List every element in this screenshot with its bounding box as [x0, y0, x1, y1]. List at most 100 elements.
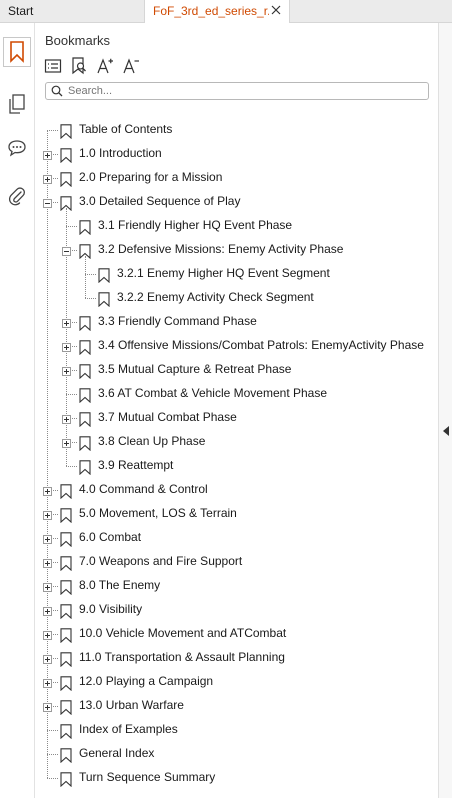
bookmark-item[interactable]: 3.5 Mutual Capture & Retreat Phase — [0, 360, 438, 380]
bookmark-item[interactable]: 9.0 Visibility — [0, 600, 438, 620]
bookmark-icon — [79, 244, 91, 259]
bookmark-label: Turn Sequence Summary — [79, 770, 216, 784]
bookmark-item[interactable]: Turn Sequence Summary — [0, 768, 438, 788]
collapse-icon[interactable] — [43, 199, 52, 208]
expand-icon[interactable] — [62, 367, 71, 376]
bookmark-label: 3.5 Mutual Capture & Retreat Phase — [98, 362, 292, 376]
bookmark-icon — [60, 628, 72, 643]
bookmark-label: Table of Contents — [79, 122, 173, 136]
bookmark-item[interactable]: 13.0 Urban Warfare — [0, 696, 438, 716]
bookmark-item[interactable]: 5.0 Movement, LOS & Terrain — [0, 504, 438, 524]
bookmark-icon — [79, 436, 91, 451]
bookmark-label: 5.0 Movement, LOS & Terrain — [79, 506, 237, 520]
bookmark-icon — [60, 748, 72, 763]
expand-icon[interactable] — [43, 151, 52, 160]
collapse-icon[interactable] — [62, 247, 71, 256]
bookmark-icon — [79, 340, 91, 355]
bookmark-icon — [60, 172, 72, 187]
collapse-arrow-icon — [443, 426, 449, 436]
bookmark-label: 3.6 AT Combat & Vehicle Movement Phase — [98, 386, 328, 400]
bookmark-item[interactable]: 1.0 Introduction — [0, 144, 438, 164]
bookmark-item[interactable]: 10.0 Vehicle Movement and ATCombat — [0, 624, 438, 644]
bookmark-item[interactable]: 3.7 Mutual Combat Phase — [0, 408, 438, 428]
bookmark-icon — [60, 196, 72, 211]
bookmark-label: 8.0 The Enemy — [79, 578, 161, 592]
bookmark-label: 3.4 Offensive Missions/Combat Patrols: E… — [98, 338, 424, 352]
bookmark-icon — [60, 508, 72, 523]
bookmark-item[interactable]: 3.0 Detailed Sequence of Play — [0, 192, 438, 212]
expand-icon[interactable] — [43, 535, 52, 544]
expand-icon[interactable] — [43, 559, 52, 568]
bookmark-item[interactable]: General Index — [0, 744, 438, 764]
bookmark-icon — [60, 604, 72, 619]
bookmark-icon — [60, 652, 72, 667]
expand-icon[interactable] — [43, 583, 52, 592]
expand-icon[interactable] — [62, 319, 71, 328]
bookmark-label: 10.0 Vehicle Movement and ATCombat — [79, 626, 287, 640]
bookmark-label: 9.0 Visibility — [79, 602, 143, 616]
bookmark-item[interactable]: 12.0 Playing a Campaign — [0, 672, 438, 692]
bookmark-item[interactable]: 8.0 The Enemy — [0, 576, 438, 596]
bookmark-tree: Table of Contents 1.0 Introduction 2.0 Pre… — [0, 0, 438, 798]
bookmark-item[interactable]: Index of Examples — [0, 720, 438, 740]
bookmark-icon — [60, 724, 72, 739]
bookmark-item[interactable]: 3.6 AT Combat & Vehicle Movement Phase — [0, 384, 438, 404]
expand-icon[interactable] — [43, 703, 52, 712]
bookmark-icon — [79, 316, 91, 331]
bookmark-item[interactable]: 3.2.1 Enemy Higher HQ Event Segment — [0, 264, 438, 284]
panel-collapse-handle[interactable] — [438, 23, 452, 798]
bookmark-icon — [60, 148, 72, 163]
expand-icon[interactable] — [43, 631, 52, 640]
expand-icon[interactable] — [43, 487, 52, 496]
bookmark-label: 7.0 Weapons and Fire Support — [79, 554, 243, 568]
bookmark-label: 3.1 Friendly Higher HQ Event Phase — [98, 218, 293, 232]
bookmark-item[interactable]: 2.0 Preparing for a Mission — [0, 168, 438, 188]
bookmark-item[interactable]: 3.2.2 Enemy Activity Check Segment — [0, 288, 438, 308]
bookmark-label: Index of Examples — [79, 722, 178, 736]
bookmark-icon — [60, 556, 72, 571]
bookmark-item[interactable]: 3.8 Clean Up Phase — [0, 432, 438, 452]
expand-icon[interactable] — [62, 415, 71, 424]
bookmark-label: 12.0 Playing a Campaign — [79, 674, 214, 688]
bookmark-item[interactable]: 4.0 Command & Control — [0, 480, 438, 500]
bookmark-label: General Index — [79, 746, 155, 760]
bookmark-label: 4.0 Command & Control — [79, 482, 208, 496]
bookmark-item[interactable]: 6.0 Combat — [0, 528, 438, 548]
bookmark-icon — [60, 532, 72, 547]
expand-icon[interactable] — [62, 343, 71, 352]
bookmark-item[interactable]: 3.3 Friendly Command Phase — [0, 312, 438, 332]
bookmark-label: 6.0 Combat — [79, 530, 142, 544]
bookmark-item[interactable]: 7.0 Weapons and Fire Support — [0, 552, 438, 572]
bookmark-label: 13.0 Urban Warfare — [79, 698, 184, 712]
bookmark-icon — [79, 364, 91, 379]
bookmark-label: 3.0 Detailed Sequence of Play — [79, 194, 241, 208]
bookmark-icon — [60, 124, 72, 139]
bookmark-icon — [60, 772, 72, 787]
bookmark-icon — [79, 220, 91, 235]
bookmark-label: 3.2.2 Enemy Activity Check Segment — [117, 290, 314, 304]
expand-icon[interactable] — [62, 439, 71, 448]
expand-icon[interactable] — [43, 655, 52, 664]
bookmark-icon — [79, 412, 91, 427]
bookmark-label: 3.8 Clean Up Phase — [98, 434, 206, 448]
bookmark-icon — [98, 292, 110, 307]
bookmark-label: 3.3 Friendly Command Phase — [98, 314, 257, 328]
bookmark-label: 1.0 Introduction — [79, 146, 162, 160]
bookmark-item[interactable]: 3.4 Offensive Missions/Combat Patrols: E… — [0, 336, 438, 356]
bookmark-item[interactable]: 3.1 Friendly Higher HQ Event Phase — [0, 216, 438, 236]
bookmark-icon — [60, 676, 72, 691]
bookmark-icon — [79, 388, 91, 403]
bookmark-icon — [60, 580, 72, 595]
expand-icon[interactable] — [43, 607, 52, 616]
expand-icon[interactable] — [43, 175, 52, 184]
bookmark-item[interactable]: 3.9 Reattempt — [0, 456, 438, 476]
bookmark-item[interactable]: 11.0 Transportation & Assault Planning — [0, 648, 438, 668]
bookmark-label: 3.7 Mutual Combat Phase — [98, 410, 237, 424]
bookmark-item[interactable]: Table of Contents — [0, 120, 438, 140]
bookmark-item[interactable]: 3.2 Defensive Missions: Enemy Activity P… — [0, 240, 438, 260]
bookmark-label: 3.9 Reattempt — [98, 458, 174, 472]
expand-icon[interactable] — [43, 679, 52, 688]
bookmark-label: 11.0 Transportation & Assault Planning — [79, 650, 285, 664]
expand-icon[interactable] — [43, 511, 52, 520]
bookmark-icon — [60, 700, 72, 715]
